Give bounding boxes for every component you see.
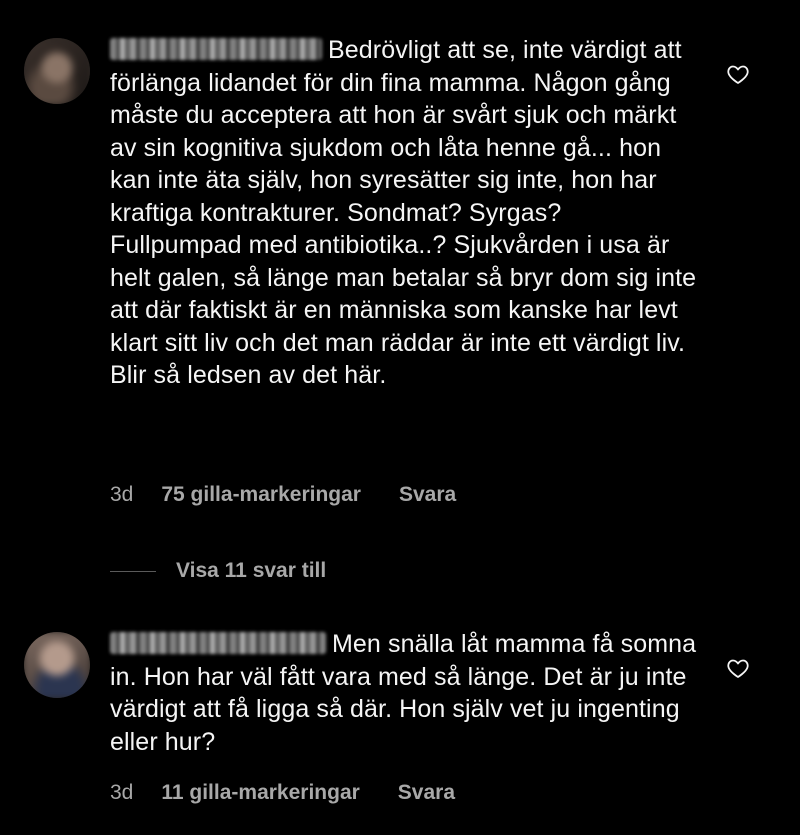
avatar-image <box>24 632 90 698</box>
likes-count[interactable]: 75 gilla-markeringar <box>161 483 361 507</box>
reply-button[interactable]: Svara <box>398 781 455 805</box>
avatar[interactable] <box>24 632 90 698</box>
reply-button[interactable]: Svara <box>399 483 456 507</box>
heart-outline-icon[interactable] <box>726 62 750 86</box>
avatar-image <box>24 38 90 104</box>
view-more-replies[interactable]: Visa 11 svar till <box>110 558 326 584</box>
username-blurred[interactable] <box>110 38 322 60</box>
comment-text: Bedrövligt att se, inte värdigt att förl… <box>110 36 697 389</box>
comment-meta: 3d 11 gilla-markeringar Svara <box>110 781 455 805</box>
heart-outline-icon[interactable] <box>726 656 750 680</box>
comment-meta: 3d 75 gilla-markeringar Svara <box>110 483 456 507</box>
comment-body: Men snälla låt mamma få somna in. Hon ha… <box>110 628 700 758</box>
avatar[interactable] <box>24 38 90 104</box>
comment-time: 3d <box>110 781 134 804</box>
comment-time: 3d <box>110 483 134 506</box>
comment-body: Bedrövligt att se, inte värdigt att förl… <box>110 34 700 392</box>
view-more-replies-label[interactable]: Visa 11 svar till <box>176 559 326 583</box>
divider <box>110 570 156 572</box>
username-blurred[interactable] <box>110 632 326 654</box>
likes-count[interactable]: 11 gilla-markeringar <box>161 781 359 805</box>
